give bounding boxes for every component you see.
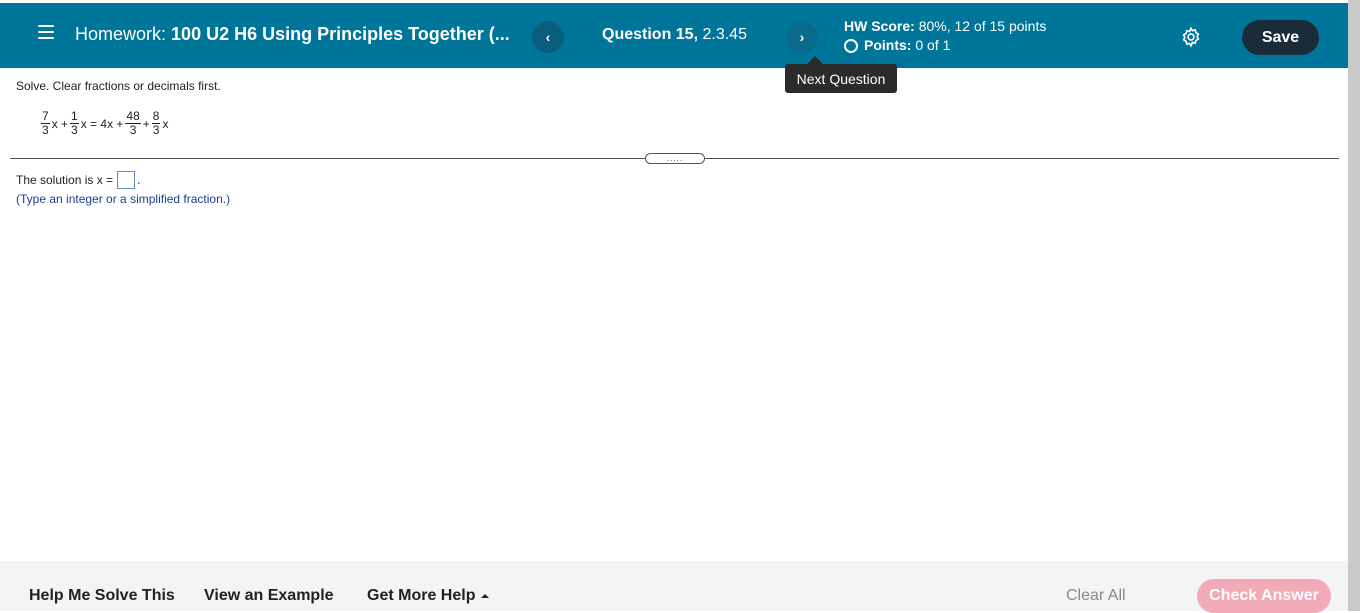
view-example-button[interactable]: View an Example bbox=[204, 587, 334, 605]
equation-term-2: x = 4x + bbox=[80, 116, 124, 131]
equation: 73 x + 13 x = 4x + 48 3 + 83 x bbox=[40, 110, 169, 137]
check-answer-button[interactable]: Check Answer bbox=[1197, 579, 1331, 613]
equation-term-1: x + bbox=[51, 116, 69, 131]
save-button[interactable]: Save bbox=[1242, 20, 1319, 55]
footer-bar: Help Me Solve This View an Example Get M… bbox=[0, 561, 1348, 613]
hamburger-icon[interactable] bbox=[38, 25, 54, 39]
gear-icon[interactable] bbox=[1180, 26, 1202, 48]
answer-input[interactable] bbox=[117, 171, 136, 189]
fraction-2-denominator: 3 bbox=[71, 123, 78, 137]
homework-title: Homework: 100 U2 H6 Using Principles Tog… bbox=[75, 24, 510, 45]
next-question-button[interactable]: › bbox=[786, 21, 818, 53]
points-value: 0 of 1 bbox=[915, 37, 951, 53]
circle-icon bbox=[844, 38, 858, 53]
answer-row: The solution is x = . bbox=[16, 171, 140, 189]
question-indicator: Question 15, 2.3.45 bbox=[602, 26, 747, 44]
fraction-1-denominator: 3 bbox=[42, 123, 49, 137]
next-question-tooltip: Next Question bbox=[785, 56, 897, 93]
fraction-1: 73 bbox=[41, 110, 50, 137]
fraction-2: 13 bbox=[70, 110, 79, 137]
fraction-4: 83 bbox=[151, 109, 161, 137]
question-number: Question 15, bbox=[602, 26, 699, 43]
fraction-4-numerator: 8 bbox=[151, 109, 161, 124]
fraction-1-numerator: 7 bbox=[41, 109, 50, 124]
hw-score-value: 80%, 12 of 15 points bbox=[918, 18, 1047, 34]
fraction-2-numerator: 1 bbox=[70, 109, 79, 124]
answer-prompt: The solution is x = bbox=[16, 173, 114, 187]
homework-title-prefix: Homework: bbox=[75, 24, 167, 44]
points-label: Points: bbox=[864, 37, 912, 53]
previous-question-button[interactable]: ‹ bbox=[532, 21, 564, 53]
fraction-4-denominator: 3 bbox=[152, 123, 160, 137]
hw-score-label: HW Score: bbox=[844, 18, 915, 34]
hw-score-row: HW Score: 80%, 12 of 15 points bbox=[844, 17, 1046, 36]
points-row: Points: 0 of 1 bbox=[844, 36, 1046, 55]
homework-title-name[interactable]: 100 U2 H6 Using Principles Together (... bbox=[171, 24, 510, 44]
fraction-3: 48 3 bbox=[125, 109, 141, 137]
pane-resize-handle[interactable]: ..... bbox=[645, 153, 705, 164]
fraction-3-numerator: 48 bbox=[125, 109, 141, 124]
equation-term-3: + bbox=[142, 116, 150, 131]
clear-all-button[interactable]: Clear All bbox=[1066, 587, 1126, 605]
question-instruction: Solve. Clear fractions or decimals first… bbox=[16, 79, 221, 93]
caret-up-icon bbox=[481, 593, 490, 598]
help-me-solve-button[interactable]: Help Me Solve This bbox=[29, 587, 175, 605]
get-more-help-button[interactable]: Get More Help bbox=[367, 587, 490, 605]
scrollbar[interactable] bbox=[1348, 0, 1360, 611]
answer-suffix: . bbox=[137, 173, 141, 187]
get-more-help-label: Get More Help bbox=[367, 587, 476, 604]
answer-hint: (Type an integer or a simplified fractio… bbox=[16, 192, 231, 206]
question-reference: 2.3.45 bbox=[702, 26, 747, 43]
score-panel: HW Score: 80%, 12 of 15 points Points: 0… bbox=[844, 17, 1046, 55]
fraction-3-denominator: 3 bbox=[129, 123, 137, 137]
equation-term-4: x bbox=[162, 116, 169, 131]
top-header: Homework: 100 U2 H6 Using Principles Tog… bbox=[0, 3, 1348, 68]
